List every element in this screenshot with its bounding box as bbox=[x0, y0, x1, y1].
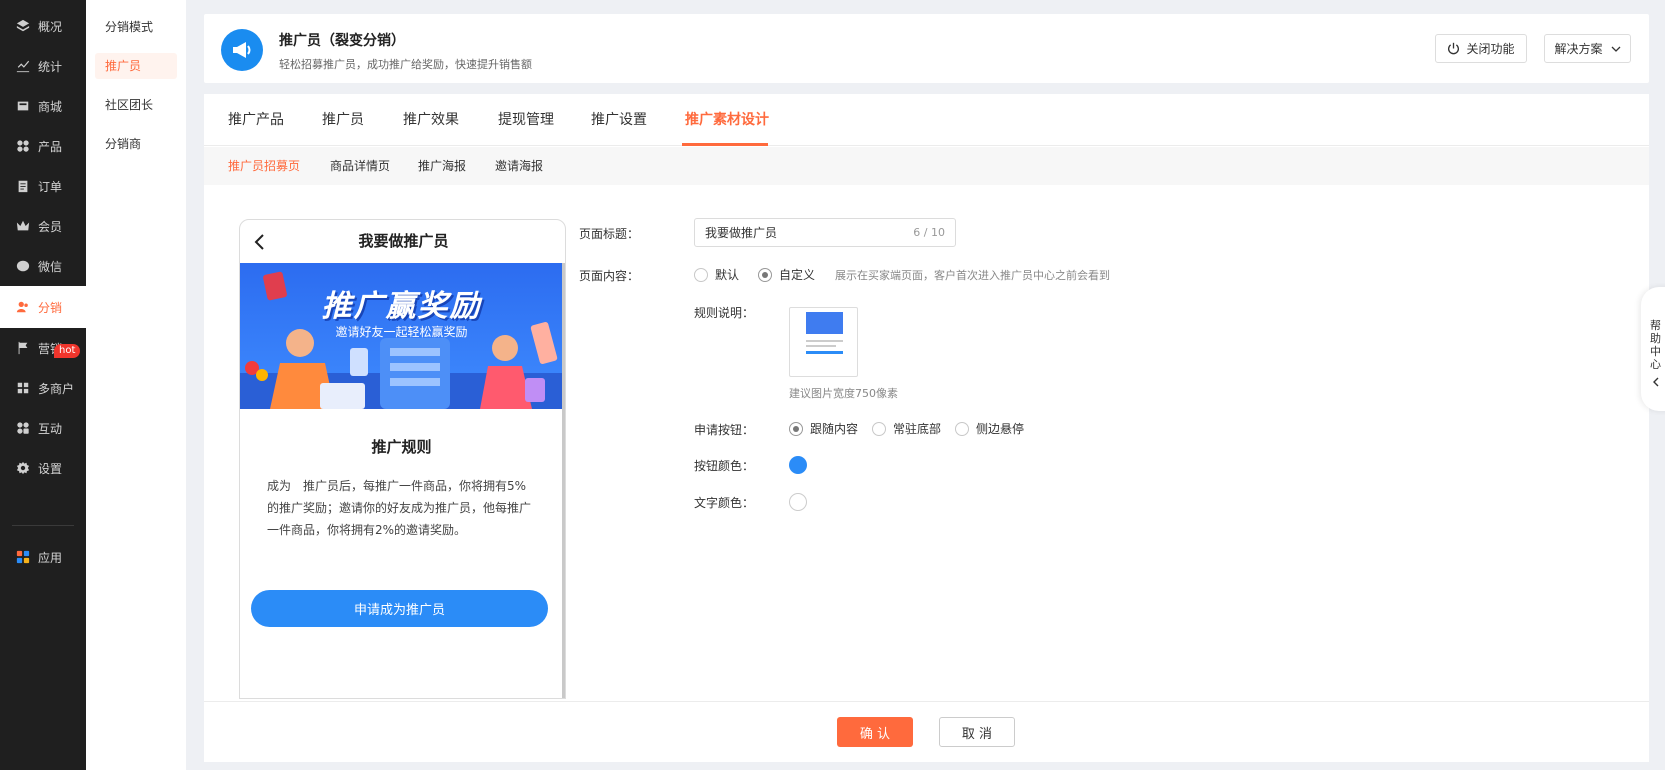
subnav-item-mode[interactable]: 分销模式 bbox=[95, 14, 177, 40]
chevron-down-icon bbox=[1611, 46, 1620, 52]
subnav-item-promoter[interactable]: 推广员 bbox=[95, 53, 177, 79]
subtab-recruit-page[interactable]: 推广员招募页 bbox=[228, 147, 300, 185]
users-icon bbox=[16, 301, 28, 313]
nav-item-apps[interactable]: 应用 bbox=[0, 537, 86, 577]
close-feature-button[interactable]: 关闭功能 bbox=[1435, 34, 1527, 63]
radio-btn-side[interactable]: 侧边悬停 bbox=[955, 420, 1024, 437]
page-description: 轻松招募推广员，成功推广给奖励，快速提升销售额 bbox=[279, 58, 532, 71]
radio-content-custom[interactable]: 自定义 bbox=[758, 266, 815, 283]
subtab-promo-poster[interactable]: 推广海报 bbox=[418, 147, 466, 185]
rule-title: 推广规则 bbox=[371, 438, 432, 456]
flag-icon bbox=[18, 341, 28, 355]
feature-header: 推广员（裂变分销） 轻松招募推广员，成功推广给奖励，快速提升销售额 关闭功能 解… bbox=[204, 14, 1649, 83]
apply-button-label: 申请按钮： bbox=[694, 423, 755, 437]
page-title: 推广员（裂变分销） bbox=[279, 33, 405, 49]
radio-btn-bottom[interactable]: 常驻底部 bbox=[872, 420, 941, 437]
image-size-hint: 建议图片宽度750像素 bbox=[789, 387, 898, 400]
main-nav: 概况 统计 商城 产品 订单 会员 微信 分销 营销 hot 多商户 互动 设置… bbox=[0, 0, 86, 770]
subnav-item-distributor[interactable]: 分销商 bbox=[95, 131, 177, 157]
tab-promo-settings[interactable]: 推广设置 bbox=[591, 94, 647, 146]
apply-button-radio-group: 跟随内容 常驻底部 侧边悬停 bbox=[789, 420, 1024, 437]
nav-item-distribution[interactable]: 分销 bbox=[0, 286, 86, 328]
active-tab-underline bbox=[682, 143, 768, 146]
char-counter: 6 / 10 bbox=[913, 226, 945, 239]
shop-icon bbox=[17, 382, 29, 394]
subnav-item-community-leader[interactable]: 社区团长 bbox=[95, 92, 177, 118]
back-arrow-icon[interactable] bbox=[250, 232, 270, 252]
nav-item-stats[interactable]: 统计 bbox=[0, 46, 86, 86]
phone-title: 我要做推广员 bbox=[358, 232, 449, 250]
tab-promo-material[interactable]: 推广素材设计 bbox=[685, 94, 769, 146]
chevron-left-icon bbox=[1653, 377, 1659, 387]
tab-bar: 推广产品 推广员 推广效果 提现管理 推广设置 推广素材设计 bbox=[204, 94, 1649, 146]
rule-label: 规则说明： bbox=[694, 306, 755, 320]
confirm-button[interactable]: 确 认 bbox=[837, 717, 913, 747]
megaphone-icon bbox=[221, 29, 263, 71]
grid-icon bbox=[17, 140, 29, 152]
subtab-product-detail[interactable]: 商品详情页 bbox=[330, 147, 390, 185]
button-color-picker[interactable] bbox=[789, 456, 807, 474]
nav-item-product[interactable]: 产品 bbox=[0, 126, 86, 166]
apply-promoter-button[interactable]: 申请成为推广员 bbox=[251, 590, 548, 627]
app-grid-icon bbox=[16, 550, 30, 564]
store-icon bbox=[17, 101, 29, 111]
preview-scrollbar[interactable] bbox=[562, 263, 565, 698]
nav-item-wechat[interactable]: 微信 bbox=[0, 246, 86, 286]
layers-icon bbox=[16, 19, 30, 32]
page-title-input[interactable] bbox=[705, 225, 895, 240]
tab-promoters[interactable]: 推广员 bbox=[322, 94, 364, 146]
content-hint: 展示在买家端页面，客户首次进入推广员中心之前会看到 bbox=[835, 268, 1111, 282]
subtab-bar: 推广员招募页 商品详情页 推广海报 邀请海报 bbox=[204, 147, 1649, 185]
clipboard-icon bbox=[18, 180, 28, 193]
chart-icon bbox=[16, 60, 30, 73]
text-color-picker[interactable] bbox=[789, 493, 807, 511]
footer-actions: 确 认 取 消 bbox=[204, 701, 1649, 762]
nav-item-overview[interactable]: 概况 bbox=[0, 6, 86, 46]
tab-withdraw[interactable]: 提现管理 bbox=[498, 94, 554, 146]
page-content-label: 页面内容： bbox=[579, 269, 640, 283]
nav-item-settings[interactable]: 设置 bbox=[0, 448, 86, 488]
radio-content-default[interactable]: 默认 bbox=[694, 266, 739, 283]
nav-item-order[interactable]: 订单 bbox=[0, 166, 86, 206]
button-color-label: 按钮颜色： bbox=[694, 459, 755, 473]
cancel-button[interactable]: 取 消 bbox=[939, 717, 1015, 747]
nav-item-multi-merchant[interactable]: 多商户 bbox=[0, 368, 86, 408]
gear-icon bbox=[16, 461, 30, 475]
subtab-invite-poster[interactable]: 邀请海报 bbox=[495, 147, 543, 185]
main-panel: 推广产品 推广员 推广效果 提现管理 推广设置 推广素材设计 推广员招募页 商品… bbox=[204, 94, 1649, 762]
rule-text: 成为 推广员后，每推广一件商品，你将拥有5%的推广奖励；邀请你的好友成为推广员，… bbox=[267, 479, 532, 537]
nav-item-store[interactable]: 商城 bbox=[0, 86, 86, 126]
banner-subtitle: 邀请好友一起轻松赢奖励 bbox=[335, 325, 468, 339]
help-center-label: 帮助中心 bbox=[1650, 319, 1661, 371]
page-content-radio-group: 默认 自定义 展示在买家端页面，客户首次进入推广员中心之前会看到 bbox=[694, 266, 1110, 283]
hot-badge: hot bbox=[54, 344, 81, 358]
tab-promo-effect[interactable]: 推广效果 bbox=[403, 94, 459, 146]
nav-item-member[interactable]: 会员 bbox=[0, 206, 86, 246]
wechat-icon bbox=[16, 260, 30, 272]
page-title-label: 页面标题： bbox=[579, 227, 640, 241]
apps-icon bbox=[17, 422, 29, 434]
tab-promo-products[interactable]: 推广产品 bbox=[228, 94, 284, 146]
sub-nav: 分销模式 推广员 社区团长 分销商 bbox=[86, 0, 186, 770]
nav-divider bbox=[12, 525, 74, 526]
radio-btn-follow[interactable]: 跟随内容 bbox=[789, 420, 858, 437]
banner-title: 推广赢奖励 bbox=[321, 289, 482, 324]
page-title-field[interactable]: 6 / 10 bbox=[694, 218, 956, 247]
power-icon bbox=[1448, 42, 1460, 55]
promo-banner: 推广赢奖励 邀请好友一起轻松赢奖励 bbox=[240, 263, 563, 409]
text-color-label: 文字颜色： bbox=[694, 496, 755, 510]
rule-image-thumbnail[interactable] bbox=[789, 307, 858, 377]
crown-icon bbox=[16, 220, 30, 231]
nav-item-interaction[interactable]: 互动 bbox=[0, 408, 86, 448]
help-center-tab[interactable]: 帮助中心 bbox=[1641, 287, 1665, 411]
solution-dropdown[interactable]: 解决方案 bbox=[1544, 34, 1631, 63]
phone-preview: 我要做推广员 推广赢奖励 邀请好友一起轻松赢奖励 推广规则 成为 推广员后，每推… bbox=[239, 219, 566, 699]
